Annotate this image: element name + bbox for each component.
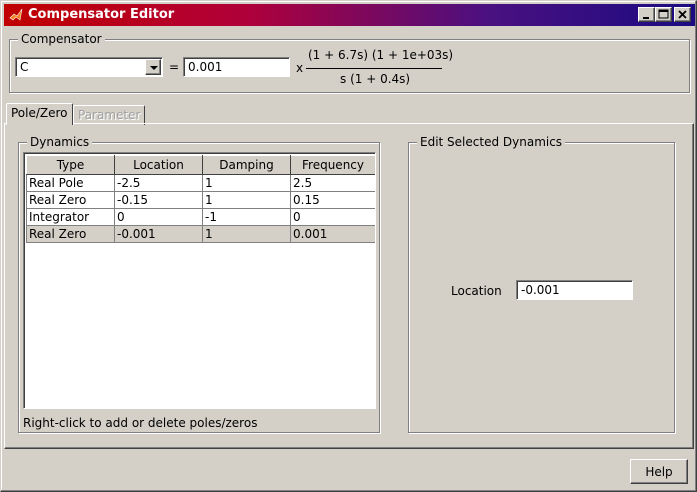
- tab-parameter[interactable]: Parameter: [73, 105, 146, 125]
- table-header-row: Type Location Damping Frequency: [26, 155, 375, 175]
- column-header-damping[interactable]: Damping: [202, 155, 291, 175]
- cell-frequency[interactable]: 2.5: [290, 174, 375, 192]
- chevron-down-icon[interactable]: [145, 59, 161, 75]
- table-row[interactable]: Real Pole -2.5 1 2.5: [26, 174, 375, 192]
- maximize-button[interactable]: [655, 7, 672, 22]
- maximize-icon: [658, 9, 669, 19]
- edit-selected-group-label: Edit Selected Dynamics: [417, 135, 566, 149]
- help-button[interactable]: Help: [630, 459, 688, 484]
- matlab-icon: [9, 8, 23, 21]
- fraction-line: [306, 68, 442, 69]
- cell-location[interactable]: -2.5: [114, 174, 203, 192]
- title-bar[interactable]: Compensator Editor: [4, 4, 695, 26]
- close-icon: [678, 10, 687, 19]
- dynamics-table: Type Location Damping Frequency Real Pol…: [26, 155, 375, 243]
- cell-damping[interactable]: 1: [202, 174, 291, 192]
- multiply-sign: x: [296, 61, 304, 75]
- cell-type[interactable]: Integrator: [26, 208, 115, 226]
- table-row[interactable]: Real Zero -0.15 1 0.15: [26, 191, 375, 209]
- tab-pole-zero[interactable]: Pole/Zero: [6, 103, 73, 125]
- cell-location[interactable]: -0.001: [114, 225, 203, 243]
- minimize-button[interactable]: [638, 7, 655, 22]
- cell-frequency[interactable]: 0.001: [290, 225, 375, 243]
- cell-frequency[interactable]: 0: [290, 208, 375, 226]
- transfer-denominator: s (1 + 0.4s): [340, 72, 411, 86]
- cell-location[interactable]: -0.15: [114, 191, 203, 209]
- minimize-icon: [643, 17, 649, 19]
- cell-location[interactable]: 0: [114, 208, 203, 226]
- compensator-group-label: Compensator: [18, 32, 105, 46]
- cell-type[interactable]: Real Pole: [26, 174, 115, 192]
- table-row[interactable]: Integrator 0 -1 0: [26, 208, 375, 226]
- cell-type[interactable]: Real Zero: [26, 191, 115, 209]
- cell-frequency[interactable]: 0.15: [290, 191, 375, 209]
- cell-damping[interactable]: 1: [202, 191, 291, 209]
- cell-type[interactable]: Real Zero: [26, 225, 115, 243]
- compensator-name-select[interactable]: C: [15, 57, 163, 77]
- column-header-type[interactable]: Type: [26, 155, 115, 175]
- compensator-editor-window: Compensator Editor Compensator C = 0.001…: [0, 0, 697, 492]
- column-header-location[interactable]: Location: [114, 155, 203, 175]
- location-label: Location: [451, 284, 502, 298]
- location-input[interactable]: -0.001: [516, 280, 633, 300]
- gain-input[interactable]: 0.001: [183, 57, 290, 77]
- cell-damping[interactable]: 1: [202, 225, 291, 243]
- table-row-selected[interactable]: Real Zero -0.001 1 0.001: [26, 225, 375, 243]
- transfer-numerator: (1 + 6.7s) (1 + 1e+03s): [308, 48, 454, 62]
- cell-damping[interactable]: -1: [202, 208, 291, 226]
- equals-sign: =: [169, 60, 180, 74]
- compensator-name-value: C: [20, 60, 29, 74]
- dynamics-hint: Right-click to add or delete poles/zeros: [23, 416, 258, 430]
- column-header-frequency[interactable]: Frequency: [290, 155, 375, 175]
- dynamics-table-container[interactable]: Type Location Damping Frequency Real Pol…: [23, 152, 376, 409]
- close-button[interactable]: [674, 7, 691, 22]
- window-title: Compensator Editor: [28, 7, 175, 22]
- dynamics-group-label: Dynamics: [27, 135, 93, 149]
